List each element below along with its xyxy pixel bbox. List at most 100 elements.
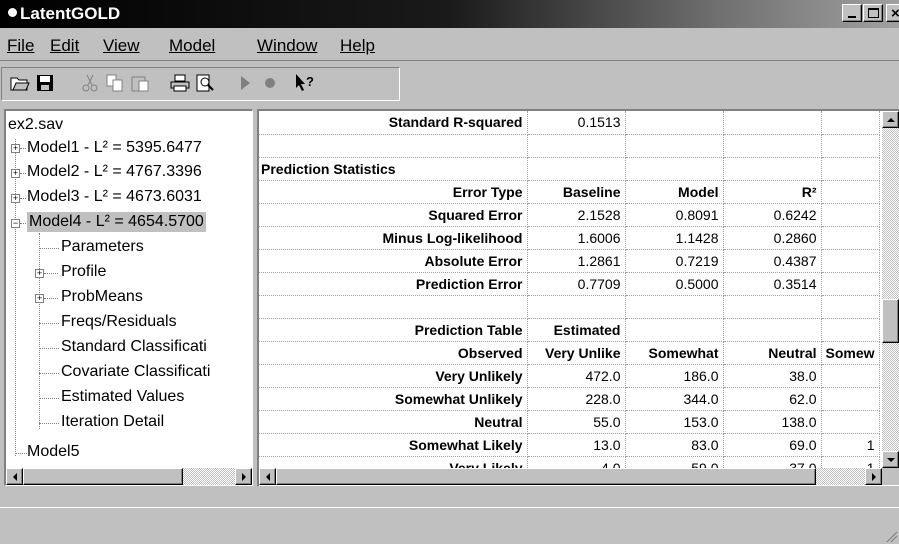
table-cell[interactable]: 1.2861 (527, 249, 626, 273)
menu-file[interactable]: File (7, 36, 34, 56)
tree-scroll-left-button[interactable] (6, 468, 23, 485)
row-label-cell[interactable] (259, 134, 528, 158)
tree-root-file[interactable]: ex2.sav (8, 116, 63, 134)
table-cell[interactable]: 153.0 (625, 410, 724, 434)
table-cell[interactable]: 0.1513 (527, 111, 626, 135)
table-cell[interactable]: 1.1428 (625, 226, 724, 250)
row-label-cell[interactable]: Very Unlikely (259, 364, 528, 388)
app-icon[interactable] (8, 8, 17, 17)
table-cell[interactable] (821, 203, 880, 227)
context-help-button[interactable]: ? (293, 71, 317, 95)
tree-scroll-right-button[interactable] (235, 468, 252, 485)
table-cell[interactable]: 344.0 (625, 387, 724, 411)
row-label-cell[interactable]: Standard R-squared (259, 111, 528, 135)
table-cell[interactable]: 55.0 (527, 410, 626, 434)
table-cell[interactable] (625, 295, 724, 319)
tree-item-iteration-detail[interactable]: Iteration Detail (61, 413, 164, 431)
tree-item-model1[interactable]: Model1 - L² = 5395.6477 (27, 139, 202, 157)
table-cell[interactable] (723, 111, 822, 135)
table-cell[interactable]: 69.0 (723, 433, 822, 457)
tree-item-parameters[interactable]: Parameters (61, 238, 144, 256)
tree-item-model5[interactable]: Model5 (27, 443, 79, 461)
grid-scroll-down-button[interactable] (882, 451, 899, 468)
save-button[interactable] (33, 71, 57, 95)
table-cell[interactable] (527, 134, 626, 158)
tree-item-model3[interactable]: Model3 - L² = 4673.6031 (27, 188, 202, 206)
menu-help[interactable]: Help (340, 36, 375, 56)
tree-item-probmeans[interactable]: ProbMeans (61, 288, 143, 306)
resize-grip-icon[interactable] (885, 530, 897, 542)
table-cell[interactable]: 0.6242 (723, 203, 822, 227)
menu-edit[interactable]: Edit (50, 36, 79, 56)
grid-vertical-scroll-thumb[interactable] (882, 299, 899, 343)
table-cell[interactable]: Model (625, 180, 724, 204)
table-cell[interactable] (821, 157, 880, 181)
print-preview-button[interactable] (193, 71, 217, 95)
row-label-cell[interactable]: Neutral (259, 410, 528, 434)
tree-item-covariate-classification[interactable]: Covariate Classificati (61, 363, 210, 381)
table-cell[interactable]: Somewhat (625, 341, 724, 365)
grid-scroll-left-button[interactable] (259, 468, 276, 485)
table-cell[interactable]: 83.0 (625, 433, 724, 457)
table-cell[interactable]: 0.7709 (527, 272, 626, 296)
cut-button[interactable] (78, 71, 102, 95)
table-cell[interactable]: 0.2860 (723, 226, 822, 250)
tree-item-model2[interactable]: Model2 - L² = 4767.3396 (27, 163, 202, 181)
copy-button[interactable] (103, 71, 127, 95)
table-cell[interactable] (821, 318, 880, 342)
run-button[interactable] (233, 71, 257, 95)
table-cell[interactable] (723, 157, 822, 181)
table-cell[interactable] (821, 180, 880, 204)
table-cell[interactable]: 0.3514 (723, 272, 822, 296)
expand-icon[interactable]: + (35, 294, 44, 303)
table-cell[interactable] (821, 272, 880, 296)
table-cell[interactable]: 138.0 (723, 410, 822, 434)
table-cell[interactable]: 38.0 (723, 364, 822, 388)
row-label-cell[interactable]: Observed (259, 341, 528, 365)
grid-scroll-right-button[interactable] (865, 468, 882, 485)
table-cell[interactable]: 13.0 (527, 433, 626, 457)
print-button[interactable] (168, 71, 192, 95)
row-label-cell[interactable]: Prediction Table (259, 318, 528, 342)
table-cell[interactable] (723, 295, 822, 319)
tree-item-freqs-residuals[interactable]: Freqs/Residuals (61, 313, 177, 331)
table-cell[interactable] (527, 157, 626, 181)
table-cell[interactable] (821, 410, 880, 434)
row-label-cell[interactable]: Somewhat Likely (259, 433, 528, 457)
table-cell[interactable] (821, 134, 880, 158)
tree-horizontal-scroll-thumb[interactable] (23, 468, 183, 485)
open-button[interactable] (8, 71, 32, 95)
table-cell[interactable] (821, 295, 880, 319)
row-label-cell[interactable]: Error Type (259, 180, 528, 204)
table-cell[interactable] (821, 111, 880, 135)
section-heading[interactable]: Prediction Statistics (259, 157, 528, 181)
expand-icon[interactable]: + (11, 194, 20, 203)
minimize-button[interactable] (842, 4, 862, 22)
row-label-cell[interactable]: Squared Error (259, 203, 528, 227)
collapse-icon[interactable]: − (11, 219, 20, 228)
menu-view[interactable]: View (103, 36, 140, 56)
stop-button[interactable] (258, 71, 282, 95)
table-cell[interactable]: 0.5000 (625, 272, 724, 296)
table-cell[interactable]: Neutral (723, 341, 822, 365)
expand-icon[interactable]: + (11, 169, 20, 178)
expand-icon[interactable]: + (35, 269, 44, 278)
table-cell[interactable]: Very Unlike (527, 341, 626, 365)
table-cell[interactable]: Estimated (527, 318, 626, 342)
row-label-cell[interactable]: Prediction Error (259, 272, 528, 296)
table-cell[interactable] (723, 318, 822, 342)
expand-icon[interactable]: + (11, 144, 20, 153)
tree-item-model4[interactable]: Model4 - L² = 4654.5700 (27, 212, 206, 232)
table-cell[interactable]: Somew (821, 341, 880, 365)
menu-window[interactable]: Window (257, 36, 317, 56)
table-cell[interactable]: R² (723, 180, 822, 204)
tree-item-profile[interactable]: Profile (61, 263, 106, 281)
table-cell[interactable] (821, 226, 880, 250)
table-cell[interactable]: 0.4387 (723, 249, 822, 273)
table-cell[interactable] (821, 364, 880, 388)
maximize-button[interactable] (863, 4, 883, 22)
table-cell[interactable]: 2.1528 (527, 203, 626, 227)
table-cell[interactable] (821, 249, 880, 273)
row-label-cell[interactable]: Absolute Error (259, 249, 528, 273)
table-cell[interactable] (625, 111, 724, 135)
